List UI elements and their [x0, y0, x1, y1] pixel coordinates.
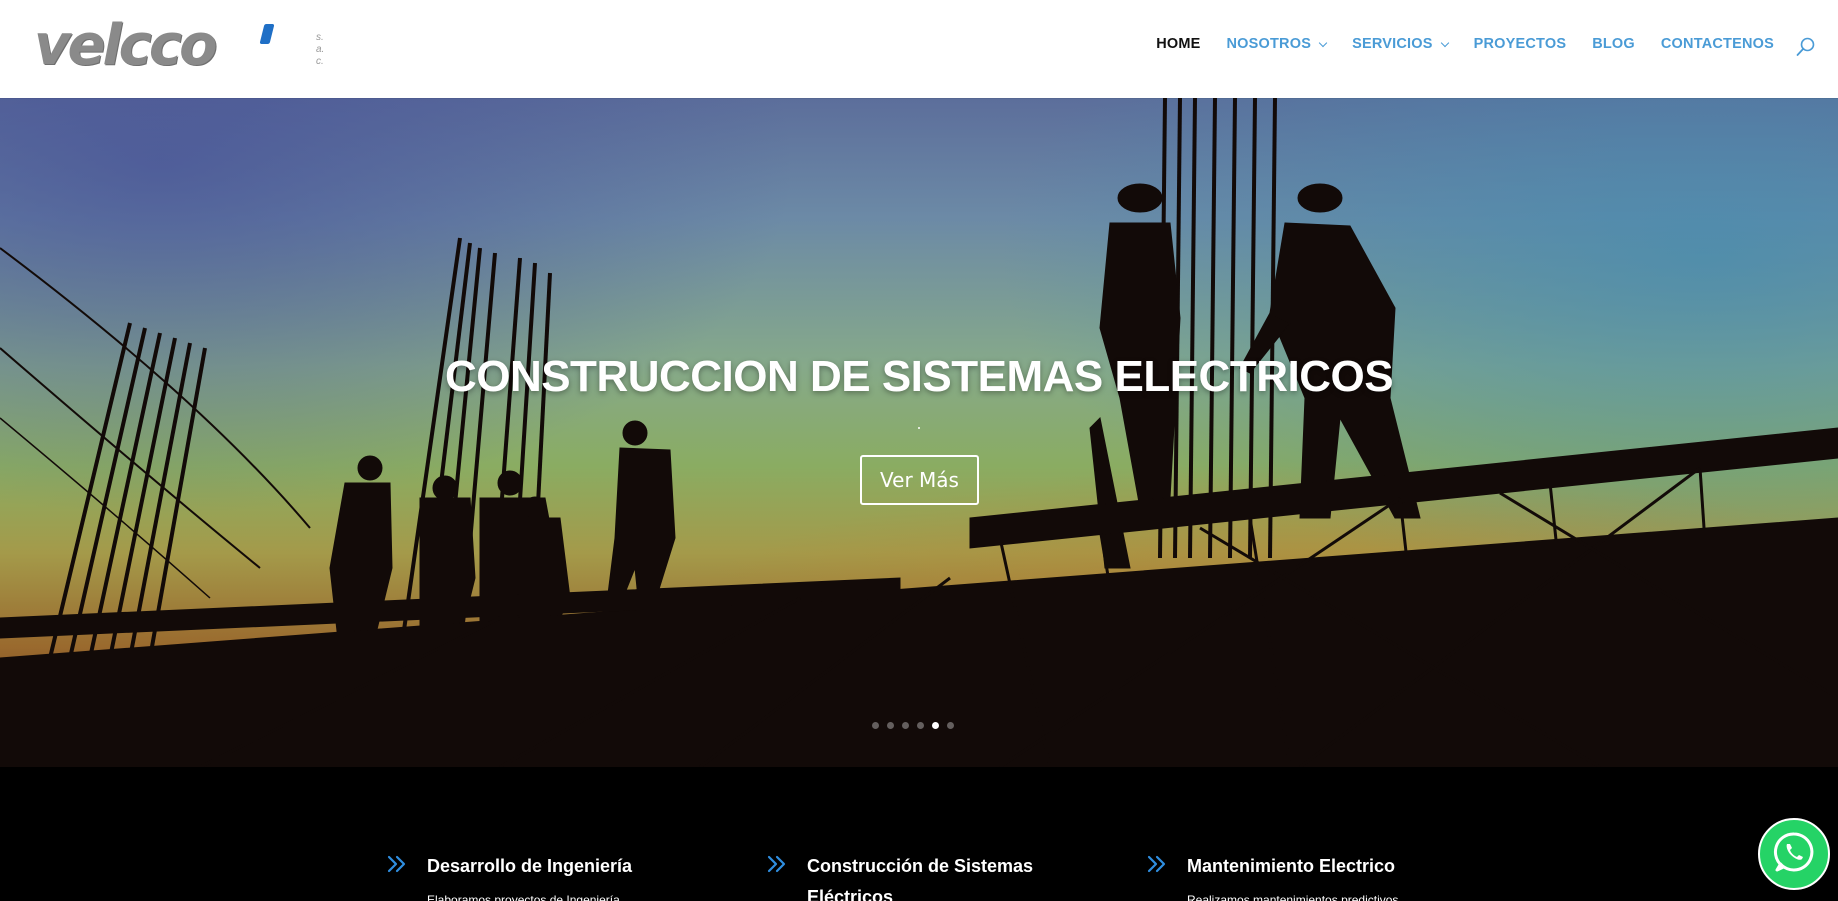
logo-wordmark: velcco: [34, 13, 218, 78]
feature-text: Realizamos mantenimientos predictivos: [1187, 893, 1399, 901]
search-icon[interactable]: [1796, 37, 1816, 57]
slider-dot-2[interactable]: [887, 722, 894, 729]
double-chevron-right-icon: [387, 854, 407, 874]
whatsapp-icon: [1772, 830, 1816, 879]
feature-title: Desarrollo de Ingeniería: [427, 856, 633, 876]
nav-contactenos[interactable]: CONTACTENOS: [1661, 36, 1774, 52]
nav-contactenos-label: CONTACTENOS: [1660, 36, 1774, 52]
hero-title: CONSTRUCCION DE SISTEMAS ELECTRICOS: [444, 352, 1394, 401]
chevron-down-icon: [1318, 38, 1328, 47]
logo-suffix: s. a. c.: [316, 32, 325, 67]
nav-home-label: HOME: [1156, 36, 1201, 52]
nav-proyectos-label: PROYECTOS: [1473, 36, 1567, 52]
nav-home[interactable]: HOME: [1156, 36, 1200, 52]
nav-nosotros-label: NOSOTROS: [1226, 36, 1312, 52]
slider-dot-5-active[interactable]: [932, 722, 939, 729]
ver-mas-button[interactable]: Ver Más: [860, 455, 979, 505]
slider-dot-1[interactable]: [872, 722, 879, 729]
nav-blog-label: BLOG: [1592, 36, 1635, 52]
nav-servicios-label: SERVICIOS: [1352, 36, 1433, 52]
feature-title: Mantenimiento Electrico: [1187, 856, 1396, 876]
nav-proyectos[interactable]: PROYECTOS: [1474, 36, 1567, 52]
nav-servicios[interactable]: SERVICIOS: [1352, 36, 1449, 52]
services-strip: Desarrollo de Ingeniería Elaboramos proy…: [0, 767, 1838, 901]
hero-separator: [918, 427, 920, 429]
slider-dot-3[interactable]: [902, 722, 909, 729]
nav-blog[interactable]: BLOG: [1592, 36, 1635, 52]
nav-nosotros[interactable]: NOSOTROS: [1226, 36, 1328, 52]
double-chevron-right-icon: [767, 854, 787, 874]
construction-silhouette-image: [0, 98, 1838, 767]
feature-title: Construcción de Sistemas Eléctricos: [807, 856, 1034, 901]
double-chevron-right-icon: [1147, 854, 1167, 874]
main-nav: HOME NOSOTROS SERVICIOS PROYECTOS BLOG C…: [1130, 36, 1774, 52]
site-header: velcco s. a. c. HOME NOSOTROS SERVICIOS …: [0, 0, 1838, 98]
logo-accent: [259, 24, 275, 44]
slider-pagination: [872, 722, 954, 729]
feature-text: Elaboramos proyectos de Ingeniería: [427, 893, 620, 901]
slider-dot-6[interactable]: [947, 722, 954, 729]
site-logo[interactable]: velcco s. a. c.: [34, 13, 324, 78]
hero-slider: CONSTRUCCION DE SISTEMAS ELECTRICOS Ver …: [0, 98, 1838, 767]
whatsapp-button[interactable]: [1758, 818, 1830, 890]
chevron-down-icon: [1440, 38, 1449, 47]
slider-dot-4[interactable]: [917, 722, 924, 729]
